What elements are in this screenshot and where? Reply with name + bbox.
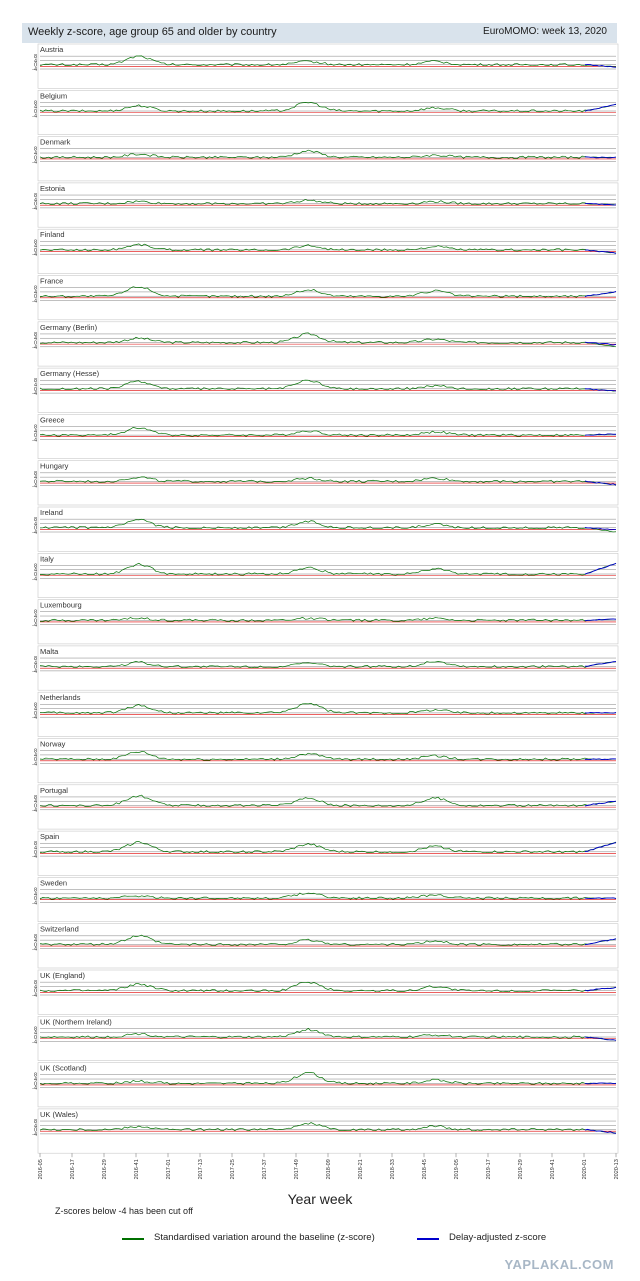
panel-label: Estonia	[40, 184, 66, 193]
y-tick-label: -4	[32, 484, 37, 490]
y-tick-label: -4	[32, 993, 37, 999]
x-tick-label: 2018-21	[358, 1159, 364, 1179]
panel-label: Spain	[40, 832, 59, 841]
delay-adjusted-series-line	[584, 711, 617, 714]
x-tick-label: 2019-29	[518, 1159, 524, 1179]
zscore-series-line	[39, 476, 617, 485]
y-tick-label: -4	[32, 669, 37, 675]
y-tick-label: -4	[32, 1086, 37, 1092]
y-tick-label: -4	[32, 437, 37, 443]
y-tick-label: -4	[32, 299, 37, 305]
x-tick-label: 2020-01	[582, 1159, 588, 1179]
panel-label: UK (England)	[40, 971, 86, 980]
legend-delay-swatch	[417, 1238, 439, 1240]
panel-label: Belgium	[40, 91, 67, 100]
panel-label: Norway	[40, 740, 66, 749]
panel-label: Sweden	[40, 878, 67, 887]
x-tick-label: 2019-17	[486, 1159, 492, 1179]
panel-label: Italy	[40, 554, 54, 563]
panel-label: Luxembourg	[40, 601, 82, 610]
x-tick-label: 2017-49	[294, 1159, 300, 1179]
x-tick-label: 2017-13	[198, 1159, 204, 1179]
y-tick-label: -4	[32, 345, 37, 351]
panel-label: Greece	[40, 415, 65, 424]
y-tick-label: -4	[32, 1039, 37, 1045]
zscore-series-line	[39, 379, 617, 392]
x-tick-label: 2019-05	[454, 1159, 460, 1179]
cutoff-note: Z-scores below -4 has been cut off	[55, 1206, 193, 1216]
legend-zscore-label: Standardised variation around the baseli…	[154, 1232, 375, 1243]
panel-label: Switzerland	[40, 925, 79, 934]
y-tick-label: -4	[32, 67, 37, 73]
zscore-series-line	[39, 1072, 617, 1085]
x-tick-label: 2020-13	[614, 1159, 620, 1179]
x-tick-label: 2016-41	[134, 1159, 140, 1179]
y-tick-label: -4	[32, 762, 37, 768]
y-tick-label: -4	[32, 854, 37, 860]
panel-label: Finland	[40, 230, 65, 239]
delay-adjusted-series-line	[584, 562, 617, 575]
panel-label: Denmark	[40, 138, 71, 147]
zscore-series-line	[39, 518, 617, 533]
panel-label: Germany (Hesse)	[40, 369, 100, 378]
x-axis-label: Year week	[287, 1191, 353, 1207]
panel-label: Portugal	[40, 786, 68, 795]
zscore-series-line	[39, 562, 617, 576]
panel-label: Austria	[40, 45, 64, 54]
panel-label: Netherlands	[40, 693, 81, 702]
x-tick-label: 2017-37	[262, 1159, 268, 1179]
x-tick-label: 2017-25	[230, 1159, 236, 1179]
x-tick-label: 2016-29	[102, 1159, 108, 1179]
x-tick-label: 2016-17	[70, 1159, 76, 1179]
panel-label: France	[40, 277, 63, 286]
y-tick-label: -4	[32, 113, 37, 119]
panel-grid: Austria840-4Belgium840-4Denmark840-4Esto…	[32, 43, 620, 1179]
zscore-series-line	[39, 1122, 617, 1134]
panel-label: Malta	[40, 647, 59, 656]
zscore-series-line	[39, 981, 617, 993]
y-tick-label: -4	[32, 623, 37, 629]
zscore-series-line	[39, 102, 617, 113]
watermark: YAPLAKAL.COM	[504, 1257, 614, 1272]
delay-adjusted-series-line	[584, 103, 617, 112]
x-tick-label: 2018-33	[390, 1159, 396, 1179]
panel-label: UK (Scotland)	[40, 1064, 87, 1073]
x-tick-label: 2018-45	[422, 1159, 428, 1179]
panel-label: UK (Wales)	[40, 1110, 79, 1119]
x-tick-label: 2016-05	[38, 1159, 44, 1179]
panel-label: Hungary	[40, 462, 69, 471]
y-tick-label: -4	[32, 576, 37, 582]
x-tick-label: 2017-01	[166, 1159, 172, 1179]
delay-adjusted-series-line	[584, 841, 617, 852]
y-tick-label: -4	[32, 715, 37, 721]
x-tick-label: 2018-09	[326, 1159, 332, 1179]
y-tick-label: -4	[32, 252, 37, 258]
y-tick-label: -4	[32, 1132, 37, 1138]
x-tick-label: 2019-41	[550, 1159, 556, 1179]
y-tick-label: -4	[32, 391, 37, 397]
panel-label: Germany (Berlin)	[40, 323, 98, 332]
delay-adjusted-series-line	[584, 800, 617, 807]
y-tick-label: -4	[32, 900, 37, 906]
zscore-series-line	[39, 616, 617, 622]
delay-adjusted-series-line	[584, 291, 617, 298]
panel-label: Ireland	[40, 508, 63, 517]
legend-delay-label: Delay-adjusted z-score	[449, 1232, 547, 1243]
y-tick-label: -4	[32, 206, 37, 212]
y-tick-label: -4	[32, 947, 37, 953]
zscore-series-line	[39, 199, 617, 206]
legend: Standardised variation around the baseli…	[0, 1231, 640, 1247]
zscore-series-line	[39, 332, 617, 348]
panel-label: UK (Northern Ireland)	[40, 1017, 112, 1026]
legend-zscore-swatch	[122, 1238, 144, 1240]
y-tick-label: -4	[32, 808, 37, 814]
delay-adjusted-series-line	[584, 938, 617, 946]
y-tick-label: -4	[32, 160, 37, 166]
y-tick-label: -4	[32, 530, 37, 536]
